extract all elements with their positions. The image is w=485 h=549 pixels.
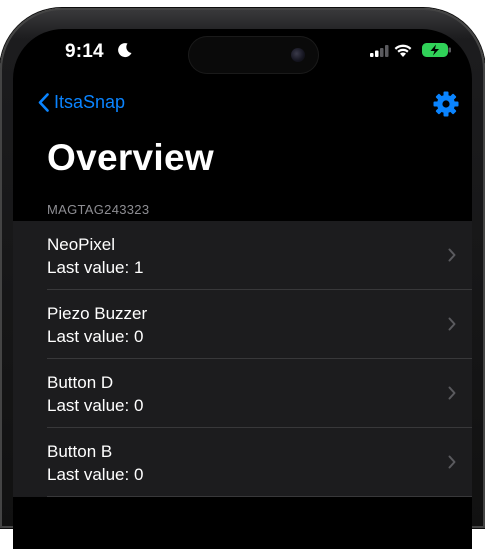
separator [47, 496, 472, 497]
item-value: Last value: 0 [47, 465, 144, 484]
phone-frame: 9:14 ItsaSnap Overview MAGTAG243323 NeoP… [0, 8, 485, 549]
list-item[interactable]: NeoPixel Last value: 1 [13, 221, 472, 290]
back-button[interactable]: ItsaSnap [38, 92, 125, 113]
list-item[interactable]: Button D Last value: 0 [13, 359, 472, 428]
back-button-label: ItsaSnap [54, 92, 126, 112]
page-title: Overview [47, 137, 214, 178]
screen: 9:14 ItsaSnap Overview MAGTAG243323 NeoP… [13, 29, 472, 549]
section-header: MAGTAG243323 [47, 202, 150, 217]
item-value: Last value: 0 [47, 396, 144, 415]
item-value: Last value: 1 [47, 258, 144, 277]
moon-icon [118, 43, 132, 58]
chevron-right-icon [448, 455, 456, 469]
list-item[interactable]: Button B Last value: 0 [13, 428, 472, 497]
item-value: Last value: 0 [47, 327, 144, 346]
item-name: NeoPixel [47, 235, 116, 254]
chevron-right-icon [448, 248, 456, 262]
status-time: 9:14 [65, 41, 104, 62]
camera-icon [291, 48, 305, 62]
list-item[interactable]: Piezo Buzzer Last value: 0 [13, 290, 472, 359]
device-list: NeoPixel Last value: 1 Piezo Buzzer Last… [13, 221, 472, 497]
item-name: Button D [47, 373, 114, 392]
signal-icon [370, 45, 389, 57]
battery-charging-icon [422, 43, 451, 57]
wifi-icon [394, 44, 412, 57]
chevron-right-icon [448, 386, 456, 400]
dynamic-island [188, 36, 319, 74]
chevron-right-icon [448, 317, 456, 331]
chevron-left-icon [38, 93, 49, 112]
gear-icon[interactable] [432, 90, 460, 118]
item-name: Button B [47, 442, 113, 461]
item-name: Piezo Buzzer [47, 304, 148, 323]
status-bar: 9:14 [13, 29, 472, 81]
